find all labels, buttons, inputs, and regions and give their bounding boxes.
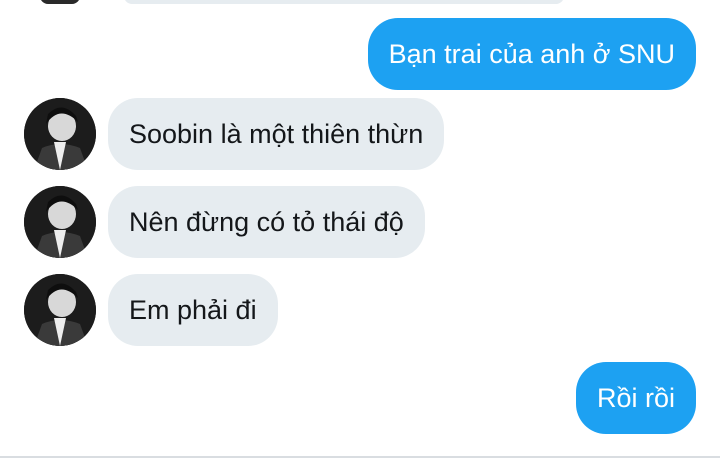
outgoing-message[interactable]: Rồi rồi [575,362,696,434]
profile-photo-icon [24,98,96,170]
avatar[interactable] [24,186,96,258]
profile-photo-icon [24,274,96,346]
incoming-message[interactable]: Nên đừng có tỏ thái độ [108,186,425,258]
chat-thread: Bạn trai của anh ở SNU Soobin là một thi… [0,0,720,460]
outgoing-message[interactable]: Bạn trai của anh ở SNU [367,18,696,90]
profile-photo-icon [24,186,96,258]
incoming-message[interactable]: Em phải đi [108,274,278,346]
avatar[interactable] [24,274,96,346]
incoming-message[interactable]: Soobin là một thiên thừn [108,98,445,170]
composer-divider [0,456,720,458]
partial-avatar [40,0,80,4]
avatar[interactable] [24,98,96,170]
partial-incoming-bubble [124,0,564,4]
